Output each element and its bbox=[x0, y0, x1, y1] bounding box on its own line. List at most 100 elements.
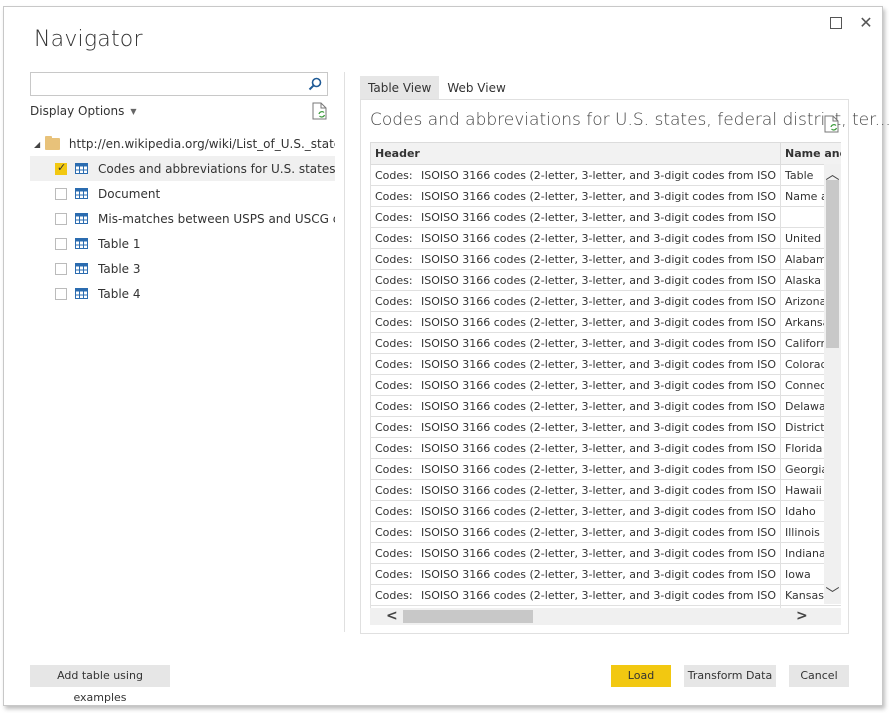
search-box[interactable] bbox=[30, 72, 328, 96]
table-row: Codes: ISOISO 3166 codes (2-letter, 3-let… bbox=[370, 353, 841, 375]
header-cell-prefix: Codes: bbox=[375, 189, 413, 203]
table-row: Codes: ISOISO 3166 codes (2-letter, 3-let… bbox=[370, 374, 841, 396]
tree-item[interactable]: Mis-matches between USPS and USCG co... bbox=[30, 206, 335, 231]
tab-web-view[interactable]: Web View bbox=[439, 76, 513, 100]
load-button[interactable]: Load bbox=[611, 665, 671, 687]
tab-table-view[interactable]: Table View bbox=[360, 76, 440, 100]
table-icon bbox=[75, 238, 88, 249]
tree-item-checkbox[interactable] bbox=[55, 237, 67, 250]
tree-item-label: Table 3 bbox=[98, 261, 141, 276]
table-row: Codes: ISOISO 3166 codes (2-letter, 3-let… bbox=[370, 206, 841, 228]
tree-item-checkbox[interactable] bbox=[55, 161, 67, 175]
tree-item-label: Document bbox=[98, 186, 161, 201]
tree-item-label: Table 4 bbox=[98, 286, 141, 301]
header-cell-prefix: Codes: bbox=[375, 252, 413, 266]
header-cell-prefix: Codes: bbox=[375, 483, 413, 497]
header-cell-prefix: Codes: bbox=[375, 567, 413, 581]
preview-table: Header Name and status of r Codes: ISOISO… bbox=[370, 142, 841, 622]
header-cell-prefix: Codes: bbox=[375, 420, 413, 434]
tree-item-checkbox[interactable] bbox=[55, 212, 67, 225]
header-cell: Codes: ISOISO 3166 codes (2-letter, 3-let… bbox=[370, 542, 781, 564]
table-icon bbox=[75, 288, 88, 299]
header-cell-text: ISOISO 3166 codes (2-letter, 3-letter, a… bbox=[421, 546, 776, 560]
scroll-right-icon[interactable]: > bbox=[796, 608, 808, 625]
navigator-tree: ◢ http://en.wikipedia.org/wiki/List_of_U… bbox=[30, 132, 335, 306]
table-row: Codes: ISOISO 3166 codes (2-letter, 3-let… bbox=[370, 185, 841, 207]
header-cell: Codes: ISOISO 3166 codes (2-letter, 3-let… bbox=[370, 332, 781, 354]
table-row: Codes: ISOISO 3166 codes (2-letter, 3-let… bbox=[370, 248, 841, 270]
tree-item[interactable]: Table 3 bbox=[30, 256, 335, 281]
expand-triangle-icon[interactable]: ◢ bbox=[34, 140, 43, 149]
table-row: Codes: ISOISO 3166 codes (2-letter, 3-let… bbox=[370, 332, 841, 354]
table-row: Codes: ISOISO 3166 codes (2-letter, 3-let… bbox=[370, 311, 841, 333]
horizontal-scrollbar[interactable]: < > bbox=[370, 608, 841, 625]
header-cell-prefix: Codes: bbox=[375, 273, 413, 287]
header-cell-text: ISOISO 3166 codes (2-letter, 3-letter, a… bbox=[421, 525, 776, 539]
table-row: Codes: ISOISO 3166 codes (2-letter, 3-let… bbox=[370, 437, 841, 459]
scroll-left-icon[interactable]: < bbox=[386, 608, 398, 625]
tree-item[interactable]: Codes and abbreviations for U.S. states,… bbox=[30, 156, 335, 181]
tree-item-checkbox[interactable] bbox=[55, 187, 67, 200]
header-cell: Codes: ISOISO 3166 codes (2-letter, 3-let… bbox=[370, 227, 781, 249]
vertical-scroll-thumb[interactable] bbox=[826, 180, 839, 348]
add-table-using-examples-button[interactable]: Add table using examples bbox=[30, 665, 170, 704]
tree-root-node[interactable]: ◢ http://en.wikipedia.org/wiki/List_of_U… bbox=[30, 132, 335, 156]
maximize-button[interactable] bbox=[826, 13, 846, 33]
cancel-button[interactable]: Cancel bbox=[789, 665, 849, 687]
header-cell: Codes: ISOISO 3166 codes (2-letter, 3-let… bbox=[370, 458, 781, 480]
header-cell: Codes: ISOISO 3166 codes (2-letter, 3-let… bbox=[370, 416, 781, 438]
tree-item-label: Mis-matches between USPS and USCG co... bbox=[98, 211, 335, 226]
close-button[interactable]: ✕ bbox=[856, 13, 876, 33]
table-icon bbox=[75, 263, 88, 274]
search-icon[interactable] bbox=[307, 76, 323, 92]
table-row: Codes: ISOISO 3166 codes (2-letter, 3-let… bbox=[370, 479, 841, 501]
table-row: Codes: ISOISO 3166 codes (2-letter, 3-let… bbox=[370, 584, 841, 606]
header-cell-prefix: Codes: bbox=[375, 546, 413, 560]
horizontal-scroll-thumb[interactable] bbox=[403, 610, 533, 623]
header-cell-text: ISOISO 3166 codes (2-letter, 3-letter, a… bbox=[421, 273, 776, 287]
header-cell-prefix: Codes: bbox=[375, 231, 413, 245]
transform-data-button[interactable]: Transform Data bbox=[684, 665, 776, 687]
header-cell-text: ISOISO 3166 codes (2-letter, 3-letter, a… bbox=[421, 504, 776, 518]
header-cell-prefix: Codes: bbox=[375, 462, 413, 476]
refresh-icon[interactable] bbox=[312, 102, 328, 120]
tree-item-checkbox[interactable] bbox=[55, 262, 67, 275]
tree-item-checkbox[interactable] bbox=[55, 287, 67, 300]
tree-item[interactable]: Table 1 bbox=[30, 231, 335, 256]
display-options-dropdown[interactable]: Display Options ▼ bbox=[30, 104, 137, 118]
header-cell-text: ISOISO 3166 codes (2-letter, 3-letter, a… bbox=[421, 420, 776, 434]
table-icon bbox=[75, 213, 88, 224]
pane-divider[interactable] bbox=[344, 72, 345, 632]
table-row: Codes: ISOISO 3166 codes (2-letter, 3-let… bbox=[370, 458, 841, 480]
column-header[interactable]: Name and status of r bbox=[780, 142, 841, 165]
header-cell-prefix: Codes: bbox=[375, 357, 413, 371]
table-row: Codes: ISOISO 3166 codes (2-letter, 3-let… bbox=[370, 164, 841, 186]
table-row: Codes: ISOISO 3166 codes (2-letter, 3-let… bbox=[370, 521, 841, 543]
column-header[interactable]: Header bbox=[370, 142, 781, 165]
header-cell-text: ISOISO 3166 codes (2-letter, 3-letter, a… bbox=[421, 336, 776, 350]
tree-root-label: http://en.wikipedia.org/wiki/List_of_U.S… bbox=[68, 137, 336, 151]
vertical-scrollbar[interactable]: ︿ ﹀ bbox=[824, 164, 841, 604]
header-cell-text: ISOISO 3166 codes (2-letter, 3-letter, a… bbox=[421, 168, 776, 182]
header-cell-text: ISOISO 3166 codes (2-letter, 3-letter, a… bbox=[421, 483, 776, 497]
data-preview-grid: Header Name and status of r Codes: ISOISO… bbox=[370, 142, 841, 622]
header-cell-text: ISOISO 3166 codes (2-letter, 3-letter, a… bbox=[421, 357, 776, 371]
header-cell-prefix: Codes: bbox=[375, 504, 413, 518]
scroll-down-icon[interactable]: ﹀ bbox=[824, 584, 841, 604]
search-input[interactable] bbox=[31, 73, 301, 95]
header-cell-text: ISOISO 3166 codes (2-letter, 3-letter, a… bbox=[421, 231, 776, 245]
tree-item[interactable]: Table 4 bbox=[30, 281, 335, 306]
preview-title: Codes and abbreviations for U.S. states,… bbox=[370, 110, 889, 130]
header-cell: Codes: ISOISO 3166 codes (2-letter, 3-let… bbox=[370, 185, 781, 207]
header-cell: Codes: ISOISO 3166 codes (2-letter, 3-let… bbox=[370, 206, 781, 228]
header-cell-prefix: Codes: bbox=[375, 588, 413, 602]
display-options-label: Display Options bbox=[30, 104, 125, 118]
header-cell: Codes: ISOISO 3166 codes (2-letter, 3-let… bbox=[370, 374, 781, 396]
header-cell-text: ISOISO 3166 codes (2-letter, 3-letter, a… bbox=[421, 315, 776, 329]
header-cell: Codes: ISOISO 3166 codes (2-letter, 3-let… bbox=[370, 500, 781, 522]
table-header-row: Header Name and status of r bbox=[370, 142, 841, 165]
refresh-icon[interactable] bbox=[824, 115, 840, 133]
view-tabs: Table View Web View bbox=[360, 76, 514, 100]
tree-item[interactable]: Document bbox=[30, 181, 335, 206]
table-row: Codes: ISOISO 3166 codes (2-letter, 3-let… bbox=[370, 542, 841, 564]
